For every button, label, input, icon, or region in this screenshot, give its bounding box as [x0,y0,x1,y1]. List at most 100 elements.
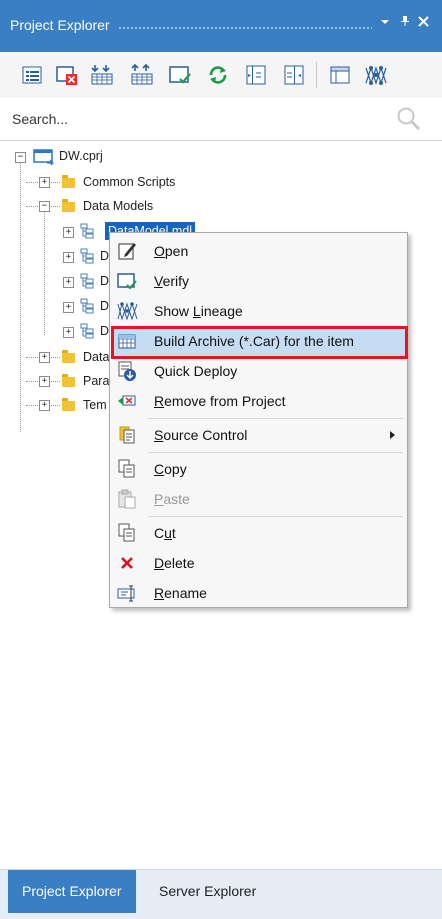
copy-icon [117,459,137,479]
paste-icon [117,489,137,509]
menu-label: C [154,525,165,541]
menu-label: ename [164,585,207,601]
menu-item-paste[interactable]: Paste [112,484,405,514]
expand-toggle[interactable]: + [63,277,74,288]
tree-item-model[interactable]: D [100,297,109,315]
mnemonic: P [154,491,164,507]
toolbar-separator [316,62,317,88]
menu-label: ource Control [163,427,248,443]
close-icon[interactable] [418,14,429,30]
refresh-icon[interactable] [206,63,230,87]
project-icon [33,147,55,168]
tab-server-explorer[interactable]: Server Explorer [145,870,270,913]
verify-icon[interactable] [168,63,192,87]
search-input[interactable]: Search... [12,111,68,127]
menu-item-open[interactable]: Open [112,236,405,266]
folder-icon [62,398,75,411]
folder-icon [62,199,75,212]
tree-item-data-models[interactable]: Data Models [83,197,153,215]
context-menu: Open Verify Show Lineage Build Archive (… [109,232,408,608]
pin-icon[interactable] [400,14,410,30]
dropdown-arrow-icon[interactable] [380,14,390,30]
tree-item-model[interactable]: D [100,272,109,290]
title-grip[interactable] [118,26,372,31]
menu-item-build-archive[interactable]: Build Archive (*.Car) for the item [112,326,405,356]
menu-label: aste [163,491,190,507]
panel-title-bar: Project Explorer [0,0,442,52]
mnemonic: C [154,461,165,477]
expand-toggle[interactable]: + [63,302,74,313]
mnemonic: u [164,525,172,541]
menu-label: opy [164,461,187,477]
archive-icon [117,331,137,351]
menu-item-show-lineage[interactable]: Show Lineage [112,296,405,326]
menu-label: elete [164,555,195,571]
properties-icon[interactable] [20,63,44,87]
menu-item-cut[interactable]: Cut [112,518,405,548]
lineage-icon[interactable] [364,63,388,87]
model-icon [80,223,94,242]
menu-separator [148,452,403,453]
menu-item-verify[interactable]: Verify [112,266,405,296]
menu-item-remove-from-project[interactable]: Remove from Project [112,386,405,416]
menu-label: pen [164,243,189,259]
tree-item-folder[interactable]: Tem [83,396,107,414]
collapse-icon[interactable] [244,63,268,87]
deploy-icon [117,361,137,381]
menu-label: ineage [200,303,243,319]
expand-toggle[interactable]: + [39,177,50,188]
mnemonic: O [154,243,165,259]
menu-item-rename[interactable]: Rename [112,578,405,608]
bottom-tab-bar: Project Explorer Server Explorer [0,869,442,919]
menu-item-source-control[interactable]: Source Control [112,420,405,450]
expand-toggle[interactable]: + [39,400,50,411]
model-icon [80,248,94,267]
collapse-toggle[interactable]: − [39,201,50,212]
submenu-arrow-icon [390,431,395,439]
folder-icon [62,175,75,188]
tree-item-model[interactable]: D [100,247,109,265]
search-box[interactable]: Search... [0,98,442,141]
tab-project-explorer[interactable]: Project Explorer [8,870,136,913]
tree-guide [20,162,21,432]
tree-root[interactable]: DW.cprj [59,147,103,165]
expand-toggle[interactable]: + [63,327,74,338]
menu-label: emove from Project [164,393,286,409]
delete-icon [117,553,137,573]
menu-item-copy[interactable]: Copy [112,454,405,484]
tree-item-folder[interactable]: Data [83,348,109,366]
menu-label: t [171,525,176,541]
import-icon[interactable] [90,63,114,87]
mnemonic: V [154,273,163,289]
source-control-icon [117,425,137,445]
expand-toggle[interactable]: + [63,227,74,238]
tree-item-folder[interactable]: Para [83,372,109,390]
delete-item-icon[interactable] [55,63,79,87]
export-icon[interactable] [130,63,154,87]
model-icon [80,323,94,342]
cut-icon [117,523,137,543]
expand-toggle[interactable]: + [63,252,74,263]
folder-icon [62,374,75,387]
expand-toggle[interactable]: + [39,352,50,363]
layout-icon[interactable] [328,63,352,87]
tree-item-common-scripts[interactable]: Common Scripts [83,173,175,191]
menu-label: erify [162,273,190,289]
mnemonic: R [154,393,165,409]
rename-icon [117,583,137,603]
lineage-icon [117,301,138,321]
expand-toggle[interactable]: + [39,376,50,387]
mnemonic: R [154,585,165,601]
expand-icon[interactable] [282,63,306,87]
menu-item-quick-deploy[interactable]: Quick Deploy [112,356,405,386]
mnemonic: L [192,303,201,319]
model-icon [80,273,94,292]
toolbar [0,52,442,99]
search-icon[interactable] [396,106,422,135]
menu-separator [148,418,403,419]
menu-item-delete[interactable]: Delete [112,548,405,578]
tree-item-model[interactable]: D [100,322,109,340]
collapse-toggle[interactable]: − [15,152,26,163]
verify-icon [117,271,137,291]
tree-guide [44,211,45,335]
